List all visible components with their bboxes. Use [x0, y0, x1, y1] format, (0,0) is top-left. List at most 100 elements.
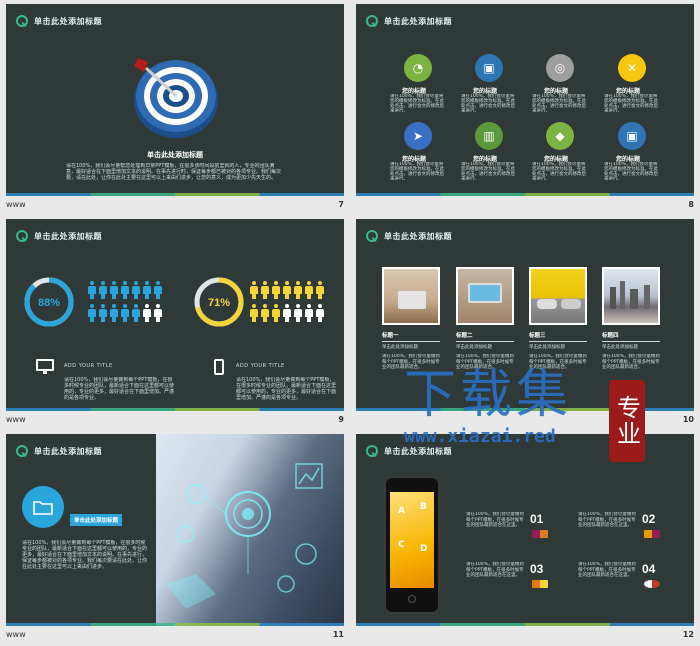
photo-caption-text: 请在100%，我们会尽量做到每个PPT模板，在很多时候专业的团队最新适合。: [602, 354, 660, 370]
slide-accent-bar: [6, 408, 344, 411]
block-heading: ADD YOUR TITLE: [236, 363, 285, 369]
star-icon: www: [6, 415, 26, 424]
slide-thumb-8[interactable]: 单击此处添加标题 ◔ 您的标题 请在100%，我们会尽量将您的模板修改为标准。在此处…: [350, 0, 700, 215]
photo-caption-title: 标题二: [456, 333, 473, 339]
person-icon: [88, 304, 96, 322]
photo-caption-sub: 单击此处添加标题: [382, 345, 418, 350]
block-number: 03: [530, 562, 544, 576]
person-icon: [88, 281, 96, 299]
speedometer-icon: ◔: [404, 54, 432, 82]
magnifier-icon: [366, 15, 378, 27]
slide-thumb-12[interactable]: 单击此处添加标题 A B C D 请在100%，我们会尽量做到每个PPT模板，在…: [350, 430, 700, 645]
mini-chart-icon: [532, 580, 548, 588]
slide-canvas: 单击此处添加标题 单击此处添加标题 请在100%，我们会尽量做到每个PPT模板，…: [6, 434, 344, 626]
block-number: 04: [642, 562, 656, 576]
folder-badge: [22, 486, 64, 528]
slide-number: 11: [332, 630, 344, 639]
slide-number: 7: [338, 200, 344, 209]
slide-number: 10: [682, 415, 694, 424]
slide-sorter-grid: 单击此处添加标题 单击此处添加标题 请在100%，我们会尽量帮您处理到日常PPT…: [0, 0, 700, 646]
caption-divider: [382, 341, 440, 342]
slide-accent-bar: [356, 193, 694, 196]
feature-text: 请在100%，我们会尽量将您的模板修改为标准。在此处点击，进行会文的修改后来进行…: [390, 162, 444, 180]
mini-chart-icon: [644, 530, 660, 538]
person-icon: [294, 281, 302, 299]
folder-icon: [33, 501, 53, 515]
slide-canvas: 单击此处添加标题 单击此处添加标题 请在100%，我们会尽量帮您处理到日常PPT…: [6, 4, 344, 196]
watermark-tag: 专业: [612, 395, 641, 447]
photo-laptop-desk: [456, 267, 514, 325]
magnifier-icon: [366, 445, 378, 457]
person-icon: [316, 304, 324, 322]
slide-number: 8: [688, 200, 694, 209]
person-icon: [110, 281, 118, 299]
slide-title: 单击此处添加标题: [16, 229, 102, 243]
block-text: 请在100%，我们会尽量做到每个PPT模板，在很多时候专业的团队最新适合在这里。: [578, 512, 636, 528]
feature-text: 请在100%，我们会尽量将您的模板修改为标准。在此处点击，进行会文的修改后来进行…: [390, 94, 444, 112]
caption-divider: [529, 341, 587, 342]
slide-title: 单击此处添加标题: [16, 14, 102, 28]
slide-number: 9: [338, 415, 344, 424]
person-icon: [272, 281, 280, 299]
magnifier-icon: [366, 230, 378, 242]
person-icon: [154, 281, 162, 299]
magnifier-icon: [16, 230, 28, 242]
stat-value: 88%: [38, 297, 60, 309]
person-icon: [99, 281, 107, 299]
monitor-icon: [36, 359, 54, 371]
person-icon: [272, 304, 280, 322]
block-number: 01: [530, 512, 544, 526]
watermark-seal: 专业: [609, 380, 645, 462]
slide-accent-bar: [356, 623, 694, 626]
slide-accent-bar: [6, 623, 344, 626]
person-icon: [316, 281, 324, 299]
stat-value: 71%: [208, 297, 230, 309]
block-number: 02: [642, 512, 656, 526]
people-icon-grid: [250, 281, 340, 327]
photo-caption-sub: 单击此处添加标题: [602, 345, 638, 350]
block-text: 请在100%，我们会尽量做到每个PPT模板，在很多时候专业的团队，最新适合下面在…: [64, 377, 174, 401]
star-icon: www: [6, 630, 26, 639]
phone-mockup: A B C D: [384, 476, 440, 614]
feature-text: 请在100%，我们会尽量将您的模板修改为标准。在此处点击，进行会文的修改后来进行…: [461, 94, 515, 112]
slide-thumb-7[interactable]: 单击此处添加标题 单击此处添加标题 请在100%，我们会尽量帮您处理到日常PPT…: [0, 0, 350, 215]
watermark-url: www.xiazai.red: [404, 426, 556, 447]
slide-canvas: 单击此处添加标题 ◔ 您的标题 请在100%，我们会尽量将您的模板修改为标准。在此处…: [356, 4, 694, 196]
feature-text: 请在100%，我们会尽量将您的模板修改为标准。在此处点击，进行会文的修改后来进行…: [604, 94, 658, 112]
person-icon: [143, 304, 151, 322]
person-icon: [121, 281, 129, 299]
tech-circles-overlay: [166, 463, 323, 609]
slide-thumb-9[interactable]: 单击此处添加标题 88% 71% ADD YOUR TITLE 请在100%，我…: [0, 215, 350, 430]
body-text: 请在100%，我们会尽量做到每个PPT模板，在很多时候专业的团队，最新适合下面在…: [22, 540, 148, 570]
magnifier-icon: [16, 445, 28, 457]
donut-chart-71: 71%: [194, 277, 244, 327]
photo-caption-sub: 单击此处添加标题: [456, 345, 492, 350]
person-icon: [154, 304, 162, 322]
home-button: [408, 595, 416, 603]
star-icon: www: [6, 200, 26, 209]
person-icon: [305, 304, 313, 322]
photo-city: [602, 267, 660, 325]
target-icon: ◎: [546, 54, 574, 82]
phone-screen: [390, 492, 434, 588]
block-heading: ADD YOUR TITLE: [64, 363, 113, 369]
caption-divider: [456, 341, 514, 342]
person-icon: [250, 304, 258, 322]
photo-laptop: [382, 267, 440, 325]
slide-number: 12: [682, 630, 694, 639]
map-icon: ▥: [475, 122, 503, 150]
watermark: 下载集 www.xiazai.red: [404, 366, 572, 447]
slide-canvas: 单击此处添加标题 A B C D 请在100%，我们会尽量做到每个PPT模板，在…: [356, 434, 694, 626]
magnifier-icon: [16, 15, 28, 27]
briefcase-icon: ▣: [475, 54, 503, 82]
photo-caption-sub: 单击此处添加标题: [529, 345, 565, 350]
block-text: 请在100%，我们会尽量做到每个PPT模板，在很多时候专业的团队，最新适合下面在…: [236, 377, 336, 401]
caption-divider: [602, 341, 660, 342]
person-icon: [250, 281, 258, 299]
people-icon-grid: [88, 281, 178, 327]
block-text: 请在100%，我们会尽量做到每个PPT模板，在很多时候专业的团队最新适合在这里。: [466, 512, 524, 528]
feature-text: 请在100%，我们会尽量将您的模板修改为标准。在此处点击，进行会文的修改后来进行…: [532, 94, 586, 112]
dartboard-icon: [134, 58, 218, 138]
photo-cars: [529, 267, 587, 325]
slide-thumb-11[interactable]: 单击此处添加标题 单击此处添加标题 请在100%，我们会尽量做到每个PPT模板，…: [0, 430, 350, 645]
